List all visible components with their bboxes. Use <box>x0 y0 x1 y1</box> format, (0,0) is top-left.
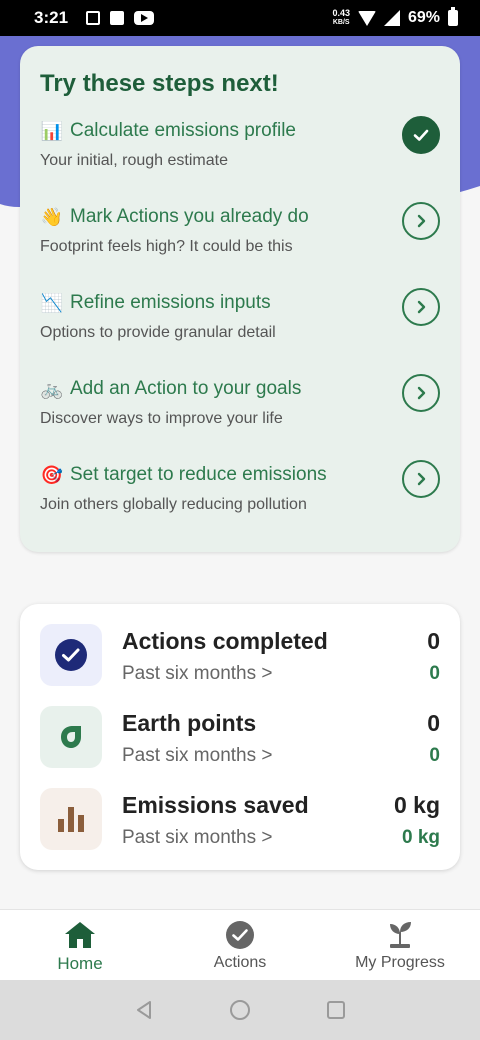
stat-value: 0 kg <box>393 792 440 818</box>
nav-label: My Progress <box>355 954 445 971</box>
home-circle-icon[interactable] <box>229 999 251 1021</box>
step-calculate-emissions[interactable]: 📊 Calculate emissions profile Your initi… <box>40 116 440 204</box>
battery-percent: 69% <box>407 9 440 26</box>
recents-icon[interactable] <box>325 999 347 1021</box>
stat-period-link[interactable]: Past six months > <box>122 663 328 685</box>
step-title-row: 🎯 Set target to reduce emissions <box>40 462 440 488</box>
step-subtitle: Options to provide granular detail <box>40 324 276 341</box>
chevron-right-icon[interactable] <box>402 374 440 412</box>
nav-my-progress[interactable]: My Progress <box>320 910 480 980</box>
step-title-row: 📉 Refine emissions inputs <box>40 290 440 316</box>
step-completed-check-icon[interactable] <box>402 116 440 154</box>
stat-values: 0 0 <box>427 710 440 767</box>
battery-icon <box>448 7 458 26</box>
next-steps-card: Try these steps next! 📊 Calculate emissi… <box>20 46 460 552</box>
step-title: Refine emissions inputs <box>70 292 271 313</box>
net-speed-value: 0.43 <box>332 8 350 18</box>
stat-values: 0 kg 0 kg <box>394 792 440 849</box>
check-circle-icon <box>226 921 254 949</box>
step-add-action-goal[interactable]: 🚲 Add an Action to your goals Discover w… <box>40 374 440 462</box>
stat-emissions-saved[interactable]: Emissions saved Past six months > 0 kg 0… <box>40 788 440 870</box>
bottom-nav: Home Actions My Progress <box>0 909 480 980</box>
chevron-right-icon[interactable] <box>402 460 440 498</box>
back-icon[interactable] <box>133 999 155 1021</box>
stat-period-link[interactable]: Past six months > <box>122 827 309 849</box>
nav-home[interactable]: Home <box>0 910 160 980</box>
sprout-icon <box>390 922 411 948</box>
wave-emoji-icon: 👋 <box>40 206 64 227</box>
home-icon <box>65 922 95 948</box>
stat-values: 0 0 <box>427 628 440 685</box>
step-title-row: 🚲 Add an Action to your goals <box>40 376 440 402</box>
step-mark-actions[interactable]: 👋 Mark Actions you already do Footprint … <box>40 202 440 290</box>
step-subtitle: Discover ways to improve your life <box>40 410 283 427</box>
status-right: 0.43 KB/S 69% <box>332 7 458 27</box>
status-time: 3:21 <box>34 8 69 27</box>
nav-label: Actions <box>213 954 267 971</box>
step-subtitle: Footprint feels high? It could be this <box>40 238 293 255</box>
youtube-icon <box>134 11 155 25</box>
gallery-icon <box>110 11 125 25</box>
bar-chart-icon <box>40 788 102 850</box>
stat-actions-completed[interactable]: Actions completed Past six months > 0 0 <box>40 624 440 706</box>
chevron-right-icon[interactable] <box>402 202 440 240</box>
earth-points-icon <box>40 706 102 768</box>
step-title-row: 👋 Mark Actions you already do <box>40 204 440 230</box>
net-speed-unit: KB/S <box>332 19 350 26</box>
step-title: Set target to reduce emissions <box>70 464 327 485</box>
chevron-right-icon[interactable] <box>402 288 440 326</box>
step-refine-inputs[interactable]: 📉 Refine emissions inputs Options to pro… <box>40 288 440 376</box>
signal-icon <box>383 10 400 26</box>
step-title: Add an Action to your goals <box>70 378 302 399</box>
step-title: Calculate emissions profile <box>70 120 296 141</box>
system-nav-bar <box>0 980 480 1040</box>
steps-title: Try these steps next! <box>40 70 279 97</box>
chart-down-emoji-icon: 📉 <box>40 292 64 313</box>
step-subtitle: Join others globally reducing pollution <box>40 496 307 513</box>
step-title-row: 📊 Calculate emissions profile <box>40 118 440 144</box>
sim-icon <box>86 11 101 25</box>
wifi-icon <box>357 10 376 26</box>
stat-earth-points[interactable]: Earth points Past six months > 0 0 <box>40 706 440 788</box>
nav-actions[interactable]: Actions <box>160 910 320 980</box>
stat-title: Emissions saved <box>122 792 309 818</box>
chart-emoji-icon: 📊 <box>40 120 64 141</box>
nav-label: Home <box>57 954 103 973</box>
target-emoji-icon: 🎯 <box>40 464 64 485</box>
stat-subvalue: 0 <box>429 663 440 684</box>
status-bar: 3:21 0.43 KB/S 69% <box>0 0 480 36</box>
stat-text: Actions completed Past six months > <box>122 624 328 706</box>
stat-title: Earth points <box>122 710 257 736</box>
stats-card: Actions completed Past six months > 0 0 … <box>20 604 460 870</box>
net-speed: 0.43 KB/S <box>332 9 350 27</box>
stat-period-link[interactable]: Past six months > <box>122 745 272 767</box>
check-circle-icon <box>40 624 102 686</box>
step-title: Mark Actions you already do <box>70 206 309 227</box>
stat-value: 0 <box>427 710 440 736</box>
stat-value: 0 <box>427 628 440 654</box>
stat-title: Actions completed <box>122 628 328 654</box>
stat-subvalue: 0 <box>429 745 440 766</box>
bicycle-emoji-icon: 🚲 <box>40 378 64 399</box>
stat-subvalue: 0 kg <box>401 827 440 848</box>
step-set-target[interactable]: 🎯 Set target to reduce emissions Join ot… <box>40 460 440 548</box>
stat-text: Earth points Past six months > <box>122 706 272 788</box>
stat-text: Emissions saved Past six months > <box>122 788 309 870</box>
step-subtitle: Your initial, rough estimate <box>40 152 228 169</box>
